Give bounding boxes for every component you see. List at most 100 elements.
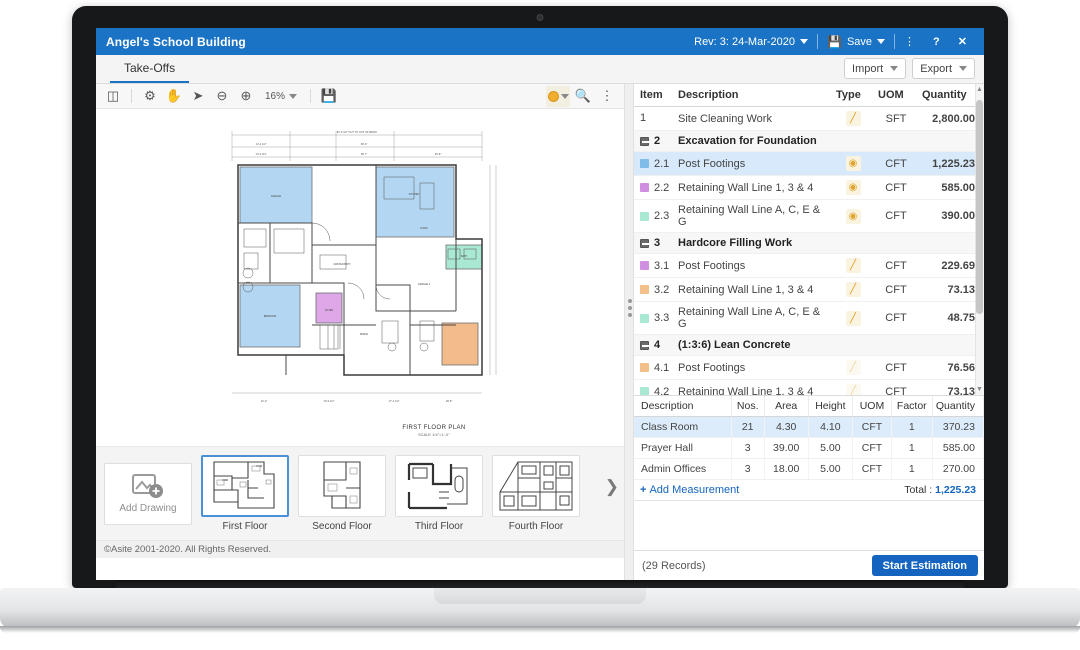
records-count: (29 Records) bbox=[642, 559, 706, 572]
scroll-up-icon[interactable]: ▲ bbox=[976, 86, 983, 93]
color-picker-icon[interactable] bbox=[546, 85, 570, 107]
import-button[interactable]: Import bbox=[844, 58, 907, 79]
work-area: ◫ ⚙ ✋ ➤ ⊖ ⊕ 16% 💾 🔍 ⋮ 81'-6 1/2" OUT TO … bbox=[96, 84, 984, 580]
line-measure-icon[interactable]: ╱ bbox=[845, 111, 861, 126]
hand-pan-icon[interactable]: ✋ bbox=[163, 86, 185, 107]
thumbnail-third-floor[interactable]: Third Floor bbox=[395, 455, 483, 532]
cursor-select-icon[interactable]: ➤ bbox=[187, 86, 209, 107]
col-m-nos[interactable]: Nos. bbox=[731, 396, 765, 417]
thumbnail-fourth-floor[interactable]: Fourth Floor bbox=[492, 455, 580, 532]
cell-description: Post Footings bbox=[674, 151, 832, 177]
col-m-factor[interactable]: Factor bbox=[891, 396, 933, 417]
overflow-menu-button[interactable]: ⋮ bbox=[895, 28, 924, 55]
table-row[interactable]: 2.2 Retaining Wall Line 1, 3 & 4 ◉ CFT 585.0… bbox=[634, 175, 984, 201]
start-estimation-button[interactable]: Start Estimation bbox=[871, 555, 978, 576]
table-row[interactable]: 3.2 Retaining Wall Line 1, 3 & 4 ╱ CFT 73.13 bbox=[634, 277, 984, 303]
add-measurement-button[interactable]: + Add Measurement bbox=[640, 484, 739, 496]
area-measure-icon[interactable]: ◉ bbox=[845, 180, 861, 196]
collapse-icon[interactable] bbox=[640, 238, 649, 248]
cell-m-uom: CFT bbox=[852, 437, 892, 459]
table-row[interactable]: 1 Site Cleaning Work ╱ SFT 2,800.00 bbox=[634, 106, 984, 131]
cell-type: ╱ bbox=[832, 106, 874, 131]
line-measure-icon[interactable]: ╱ bbox=[845, 282, 861, 298]
table-row[interactable]: 3.3 Retaining Wall Line A, C, E & G ╱ CFT 48… bbox=[634, 301, 984, 336]
thumbnail-label: Third Floor bbox=[414, 521, 464, 532]
collapse-icon[interactable] bbox=[640, 136, 649, 146]
col-m-height[interactable]: Height bbox=[808, 396, 854, 417]
scrollbar-thumb[interactable] bbox=[976, 100, 983, 314]
cell-item: 2.2 bbox=[634, 175, 674, 201]
cell-m-factor: 1 bbox=[891, 416, 933, 438]
calibrate-icon[interactable]: 💾 bbox=[318, 86, 340, 107]
table-row[interactable]: 4.2 Retaining Wall Line 1, 3 & 4 ╱ CFT 73.13 bbox=[634, 379, 984, 395]
save-button[interactable]: 💾 Save bbox=[818, 28, 894, 55]
thumbnail-first-floor[interactable]: First Floor bbox=[201, 455, 289, 532]
search-icon[interactable]: 🔍 bbox=[572, 86, 594, 107]
cell-uom bbox=[874, 130, 918, 153]
svg-text:MASTER BATH: MASTER BATH bbox=[334, 263, 351, 266]
gear-icon[interactable]: ⚙ bbox=[139, 86, 161, 107]
zoom-level-selector[interactable]: 16% bbox=[259, 91, 303, 102]
table-row[interactable]: 2 Excavation for Foundation bbox=[634, 130, 984, 153]
drawing-canvas[interactable]: 81'-6 1/2" OUT TO OUT OF BRICK 14'-4 1/2… bbox=[96, 109, 624, 447]
cell-item: 3 bbox=[634, 232, 674, 255]
export-button[interactable]: Export bbox=[912, 58, 975, 79]
table-row[interactable]: 4 (1:3:6) Lean Concrete bbox=[634, 334, 984, 357]
measurement-grid-header: Description Nos. Area Height UOM Factor … bbox=[634, 396, 984, 417]
panel-toggle-icon[interactable]: ◫ bbox=[102, 86, 124, 107]
help-icon: ? bbox=[933, 35, 940, 48]
cell-description: Retaining Wall Line A, C, E & G bbox=[674, 301, 832, 336]
chevron-right-icon[interactable]: ❯ bbox=[605, 477, 619, 497]
items-scrollbar[interactable]: ▲ ▼ bbox=[975, 84, 984, 395]
kebab-menu-icon[interactable]: ⋮ bbox=[596, 86, 618, 107]
col-m-description[interactable]: Description bbox=[634, 396, 732, 417]
collapse-icon[interactable] bbox=[640, 340, 649, 350]
table-row[interactable]: Class Room 21 4.30 4.10 CFT 1 370.23 bbox=[634, 416, 984, 438]
table-row[interactable]: 3 Hardcore Filling Work bbox=[634, 232, 984, 255]
chevron-down-icon bbox=[800, 39, 809, 44]
table-row[interactable]: 4.1 Post Footings ╱ CFT 76.56 bbox=[634, 355, 984, 381]
item-number: 2.3 bbox=[654, 210, 670, 223]
col-uom[interactable]: UOM bbox=[874, 84, 918, 107]
close-button[interactable]: ✕ bbox=[949, 28, 976, 55]
col-item[interactable]: Item bbox=[634, 84, 674, 107]
help-button[interactable]: ? bbox=[924, 28, 949, 55]
area-measure-icon[interactable]: ◉ bbox=[845, 208, 861, 224]
line-measure-icon[interactable]: ╱ bbox=[845, 258, 861, 274]
scroll-down-icon[interactable]: ▼ bbox=[976, 386, 983, 393]
table-row[interactable]: 2.1 Post Footings ◉ CFT 1,225.23 bbox=[634, 151, 984, 177]
splitter-grip[interactable] bbox=[627, 299, 632, 317]
chevron-down-icon bbox=[890, 66, 899, 71]
cell-uom: CFT bbox=[874, 277, 918, 303]
line-measure-icon[interactable]: ╱ bbox=[845, 360, 861, 376]
revision-selector[interactable]: Rev: 3: 24-Mar-2020 bbox=[685, 28, 817, 55]
cell-item: 2.3 bbox=[634, 199, 674, 234]
page-title: Angel's School Building bbox=[106, 34, 246, 49]
col-m-quantity[interactable]: Quantity bbox=[932, 396, 984, 417]
zoom-in-icon[interactable]: ⊕ bbox=[235, 86, 257, 107]
zoom-out-icon[interactable]: ⊖ bbox=[211, 86, 233, 107]
kebab-menu-icon: ⋮ bbox=[904, 36, 916, 48]
table-row[interactable]: 3.1 Post Footings ╱ CFT 229.69 bbox=[634, 253, 984, 279]
pane-splitter[interactable] bbox=[624, 84, 634, 580]
table-row[interactable]: Prayer Hall 3 39.00 5.00 CFT 1 585.00 bbox=[634, 437, 984, 459]
table-row[interactable]: Admin Offices 3 18.00 5.00 CFT 1 270.00 bbox=[634, 458, 984, 480]
col-description[interactable]: Description bbox=[674, 84, 832, 107]
cell-m-nos: 21 bbox=[731, 416, 765, 438]
color-swatch bbox=[640, 211, 649, 221]
item-number: 2.1 bbox=[654, 157, 670, 170]
item-number: 2 bbox=[654, 135, 661, 148]
cell-description: Hardcore Filling Work bbox=[674, 232, 832, 255]
item-number: 1 bbox=[640, 112, 647, 125]
col-m-area[interactable]: Area bbox=[764, 396, 809, 417]
table-row[interactable]: 2.3 Retaining Wall Line A, C, E & G ◉ CFT 39… bbox=[634, 199, 984, 234]
line-measure-icon[interactable]: ╱ bbox=[845, 384, 861, 395]
add-drawing-button[interactable]: Add Drawing bbox=[104, 462, 192, 525]
col-m-uom[interactable]: UOM bbox=[852, 396, 892, 417]
col-type[interactable]: Type bbox=[832, 84, 874, 107]
tab-takeoffs[interactable]: Take-Offs bbox=[110, 56, 190, 83]
thumbnail-second-floor[interactable]: Second Floor bbox=[298, 455, 386, 532]
area-measure-icon[interactable]: ◉ bbox=[845, 156, 861, 172]
plan-scale-label: SCALE 1/4"=1'-0" bbox=[418, 433, 450, 437]
line-measure-icon[interactable]: ╱ bbox=[845, 310, 861, 326]
